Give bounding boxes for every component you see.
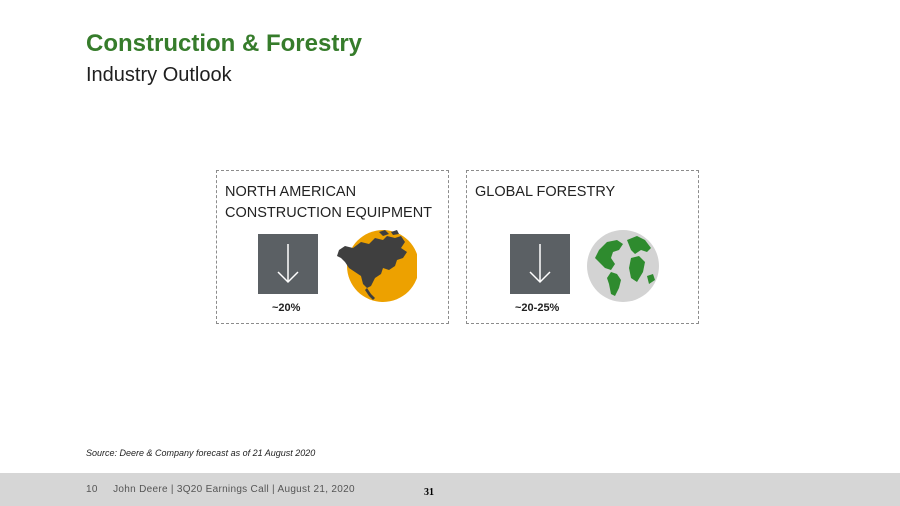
footer-text: 10 John Deere | 3Q20 Earnings Call | Aug… — [86, 484, 355, 495]
north-american-construction-card: NORTH AMERICAN CONSTRUCTION EQUIPMENT ~2… — [216, 170, 449, 324]
page-number: 31 — [424, 487, 434, 498]
north-america-map-icon — [331, 228, 419, 309]
card-title: GLOBAL FORESTRY — [475, 184, 616, 200]
change-value: ~20% — [272, 302, 301, 314]
footer-bar: 10 John Deere | 3Q20 Earnings Call | Aug… — [0, 473, 900, 506]
change-value: ~20-25% — [515, 302, 560, 314]
page-subtitle: Industry Outlook — [86, 64, 232, 86]
globe-icon — [585, 228, 661, 309]
global-forestry-card: GLOBAL FORESTRY ~20-25% — [466, 170, 699, 324]
page-title: Construction & Forestry — [86, 30, 363, 57]
card-title-line-1: NORTH AMERICAN — [225, 184, 357, 200]
down-arrow-icon — [510, 234, 570, 294]
down-arrow-icon — [258, 234, 318, 294]
card-title-line-2: CONSTRUCTION EQUIPMENT — [225, 205, 433, 221]
source-note: Source: Deere & Company forecast as of 2… — [86, 448, 316, 458]
card-title: NORTH AMERICAN CONSTRUCTION EQUIPMENT — [225, 182, 432, 224]
